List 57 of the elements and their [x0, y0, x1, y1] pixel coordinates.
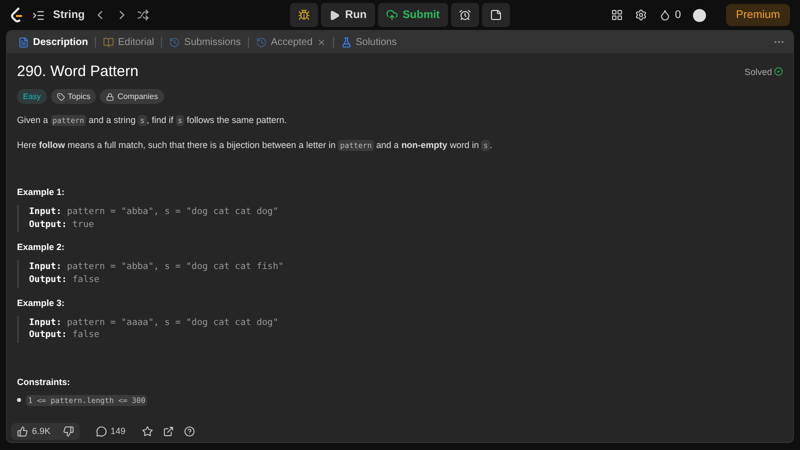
- example-output-text: Output: false: [29, 329, 100, 342]
- check-icon: [774, 66, 783, 76]
- cloud-upload-icon: [386, 9, 398, 21]
- example-heading: Example 2:: [17, 242, 66, 252]
- thumbs-up-icon: [17, 426, 28, 436]
- grid-icon[interactable]: [610, 9, 623, 21]
- help-icon[interactable]: [184, 426, 195, 436]
- debug-button[interactable]: [290, 3, 318, 27]
- book-icon: [103, 36, 114, 48]
- bullet: [17, 398, 21, 402]
- share-icon[interactable]: [162, 426, 174, 436]
- bug-icon: [298, 9, 310, 21]
- streak-count: 0: [674, 9, 681, 21]
- list-icon[interactable]: [32, 8, 45, 22]
- example-heading: Example 1:: [17, 187, 66, 198]
- notes-button[interactable]: [482, 3, 510, 27]
- submit-button[interactable]: Submit: [378, 3, 448, 27]
- history-icon: [256, 36, 267, 48]
- premium-button[interactable]: Premium: [726, 4, 790, 26]
- example-heading: Example 3:: [17, 298, 66, 308]
- panel-tab[interactable]: Submissions: [166, 36, 244, 48]
- comments-button[interactable]: 149: [90, 422, 132, 440]
- star-icon[interactable]: [142, 426, 153, 436]
- history-icon: [169, 36, 180, 48]
- tag-icon: [56, 92, 65, 100]
- timer-button[interactable]: [450, 3, 479, 27]
- example-output-text: Output: true: [29, 218, 96, 232]
- close-icon[interactable]: [316, 38, 326, 46]
- run-button[interactable]: Run: [321, 3, 375, 27]
- avatar[interactable]: [693, 8, 706, 22]
- shuffle-icon[interactable]: [136, 9, 149, 21]
- logo-icon[interactable]: [10, 7, 24, 23]
- document-icon: [18, 36, 29, 48]
- solved-status: Solved: [744, 66, 772, 76]
- example-input-text: Input: pattern = "aaaa", s = "dog cat cat dog": [29, 316, 280, 330]
- note-icon: [490, 9, 502, 21]
- panel-tab[interactable]: Description: [15, 36, 92, 48]
- example-output-text: Output: false: [29, 274, 100, 287]
- tag-chip[interactable]: Companies: [100, 89, 164, 104]
- example-input-text: Input: pattern = "abba", s = "dog cat cat fish": [29, 261, 285, 274]
- panel-tab[interactable]: Editorial: [100, 36, 158, 48]
- example-input-text: Input: pattern = "abba", s = "dog cat cat dog": [29, 206, 280, 219]
- tag-chip[interactable]: Topics: [50, 89, 96, 104]
- problem-list-title[interactable]: String: [53, 9, 85, 21]
- thumbs-down-icon: [62, 426, 74, 436]
- drop-icon[interactable]: [658, 9, 671, 21]
- comment-icon: [96, 426, 107, 436]
- panel-tab[interactable]: Solutions: [338, 36, 400, 48]
- constraints-heading: Constraints:: [17, 376, 72, 387]
- panel-tab[interactable]: Accepted: [252, 36, 329, 48]
- flask-icon: [340, 36, 352, 48]
- play-icon: [329, 10, 340, 20]
- problem-title: 290. Word Pattern: [17, 63, 138, 80]
- difficulty-badge: Easy: [17, 89, 47, 104]
- alarm-clock-icon: [458, 9, 471, 21]
- settings-icon[interactable]: [634, 9, 647, 21]
- lock-icon: [106, 92, 114, 100]
